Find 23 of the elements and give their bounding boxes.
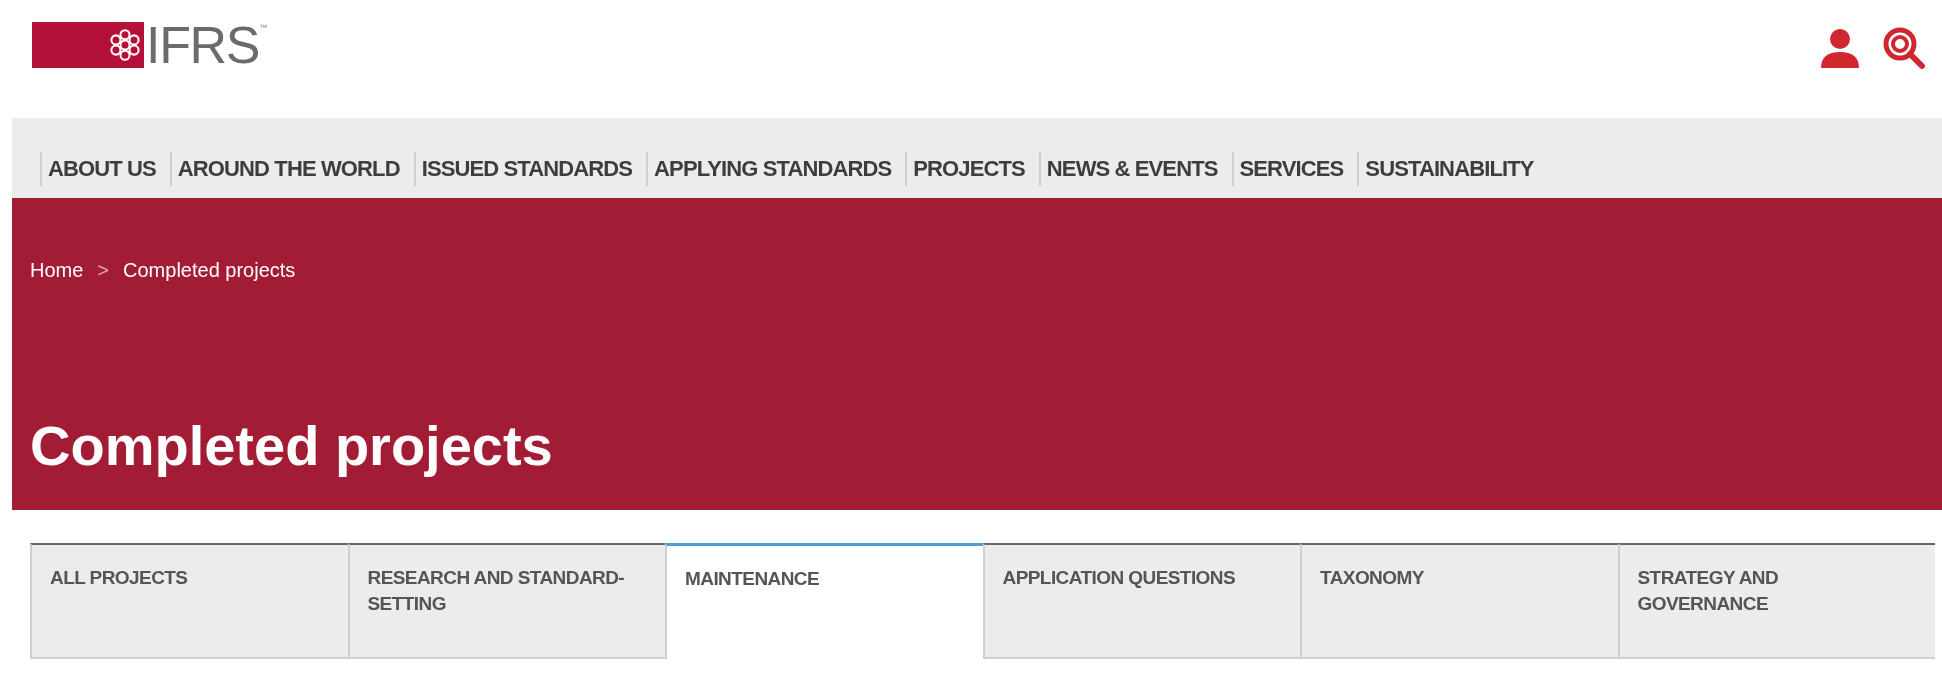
breadcrumb-separator: > bbox=[97, 258, 110, 283]
nav-link[interactable]: ISSUED STANDARDS bbox=[413, 152, 633, 186]
tab[interactable]: ALL PROJECTS bbox=[30, 543, 348, 659]
nav-link[interactable]: SUSTAINABILITY bbox=[1357, 152, 1534, 186]
logo-text[interactable]: IFRS bbox=[146, 22, 260, 68]
nav-link[interactable]: SERVICES bbox=[1231, 152, 1344, 186]
user-icon[interactable] bbox=[1820, 28, 1860, 68]
search-icon[interactable] bbox=[1882, 26, 1926, 70]
tab[interactable]: STRATEGY AND GOVERNANCE bbox=[1617, 543, 1935, 659]
tab[interactable]: RESEARCH AND STANDARD-SETTING bbox=[347, 543, 665, 659]
nav-link[interactable]: AROUND THE WORLD bbox=[169, 152, 400, 186]
nav-link[interactable]: APPLYING STANDARDS bbox=[646, 152, 892, 186]
nav-link[interactable]: ABOUT US bbox=[40, 152, 156, 186]
nav-link[interactable]: PROJECTS bbox=[905, 152, 1025, 186]
nav-link[interactable]: NEWS & EVENTS bbox=[1038, 152, 1218, 186]
tab[interactable]: MAINTENANCE bbox=[665, 543, 983, 659]
page-title: Completed projects bbox=[30, 414, 554, 478]
flower-icon bbox=[108, 28, 142, 62]
tab[interactable]: TAXONOMY bbox=[1300, 543, 1618, 659]
trademark: ™ bbox=[259, 22, 268, 34]
breadcrumb-link[interactable]: Completed projects bbox=[123, 255, 296, 285]
breadcrumb-link[interactable]: Home bbox=[30, 255, 84, 285]
tab[interactable]: APPLICATION QUESTIONS bbox=[982, 543, 1300, 659]
